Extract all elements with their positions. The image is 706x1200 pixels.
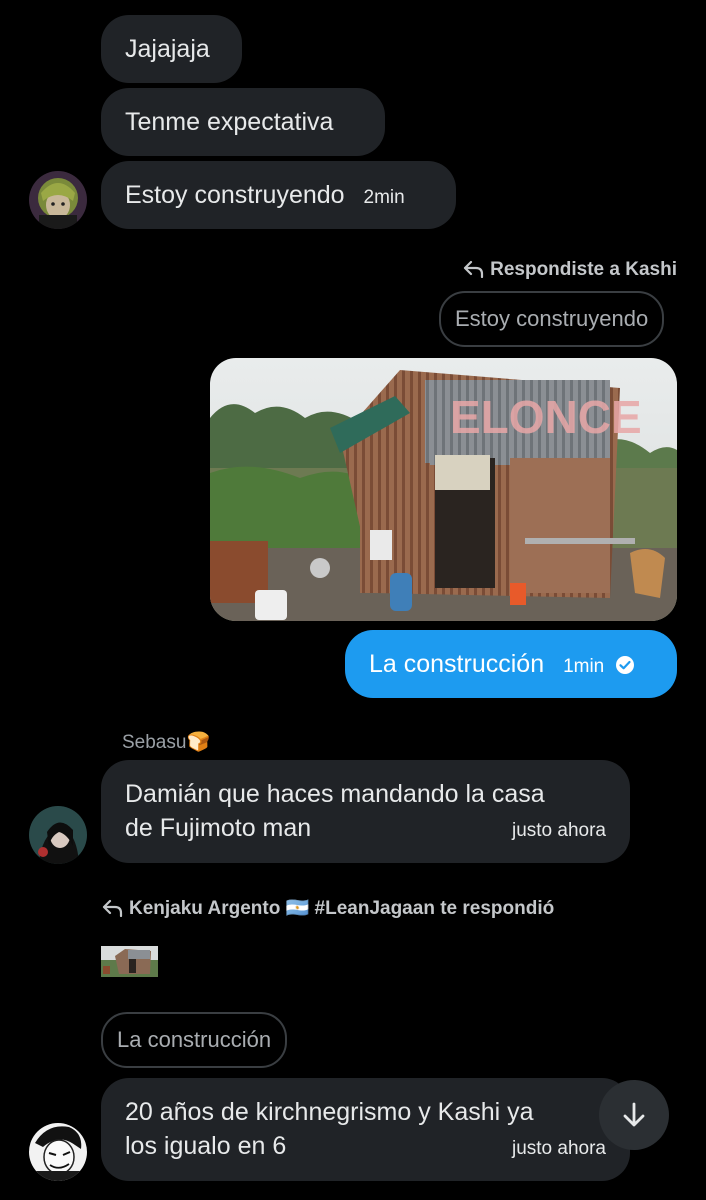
message-text: Jajajaja bbox=[125, 35, 210, 63]
scroll-to-bottom-button[interactable] bbox=[599, 1080, 669, 1150]
quoted-message[interactable]: Estoy construyendo bbox=[439, 291, 665, 347]
reply-context: Kenjaku Argento 🇦🇷 #LeanJagaan te respon… bbox=[101, 896, 554, 920]
reply-context: Respondiste a Kashi bbox=[462, 259, 677, 281]
sender-emoji: 🍞 bbox=[186, 732, 211, 753]
message-timestamp: justo ahora bbox=[511, 1138, 606, 1159]
quoted-image-thumbnail[interactable] bbox=[101, 946, 158, 977]
reply-arrow-icon bbox=[102, 899, 123, 918]
message-timestamp: 1min bbox=[563, 656, 605, 677]
shack-photo: ELONCE bbox=[210, 358, 677, 621]
sender-name[interactable]: Sebasu🍞 bbox=[122, 730, 210, 754]
quoted-text: Estoy construyendo bbox=[455, 306, 649, 331]
message-bubble[interactable]: Tenme expectativa bbox=[101, 88, 385, 156]
message-timestamp: 2min bbox=[363, 187, 405, 208]
message-text: 20 años de kirchnegrismo y Kashi ya bbox=[125, 1098, 534, 1126]
message-text: Damián que haces mandando la casa bbox=[125, 780, 545, 808]
message-timestamp: justo ahora bbox=[511, 820, 606, 841]
message-text: Tenme expectativa bbox=[125, 108, 334, 136]
message-text: La construcción bbox=[369, 650, 545, 678]
reply-label: Kenjaku Argento 🇦🇷 #LeanJagaan te respon… bbox=[129, 898, 555, 919]
message-bubble[interactable]: Jajajaja bbox=[101, 15, 242, 83]
check-circle-icon bbox=[616, 656, 635, 674]
reply-label: Respondiste a Kashi bbox=[490, 259, 677, 280]
message-bubble[interactable]: 20 años de kirchnegrismo y Kashi ya los … bbox=[101, 1078, 630, 1181]
message-bubble[interactable]: Damián que haces mandando la casa de Fuj… bbox=[101, 760, 630, 863]
message-text: de Fujimoto man bbox=[125, 814, 312, 842]
own-message-bubble[interactable]: La construcción 1min bbox=[345, 630, 677, 698]
avatar[interactable] bbox=[29, 171, 87, 229]
photo-attachment[interactable]: ELONCE bbox=[210, 358, 677, 621]
watermark: ELONCE bbox=[450, 391, 642, 443]
message-bubble[interactable]: Estoy construyendo 2min bbox=[101, 161, 456, 229]
arrow-down-icon bbox=[623, 1102, 645, 1127]
avatar[interactable] bbox=[29, 806, 87, 864]
message-text: Estoy construyendo bbox=[125, 181, 345, 209]
message-text: los igualo en 6 bbox=[125, 1132, 287, 1160]
quoted-message[interactable]: La construcción bbox=[101, 1012, 288, 1068]
quoted-text: La construcción bbox=[117, 1027, 272, 1052]
sender-name-text: Sebasu bbox=[122, 732, 187, 753]
avatar[interactable] bbox=[29, 1123, 87, 1181]
reply-arrow-icon bbox=[464, 260, 484, 279]
